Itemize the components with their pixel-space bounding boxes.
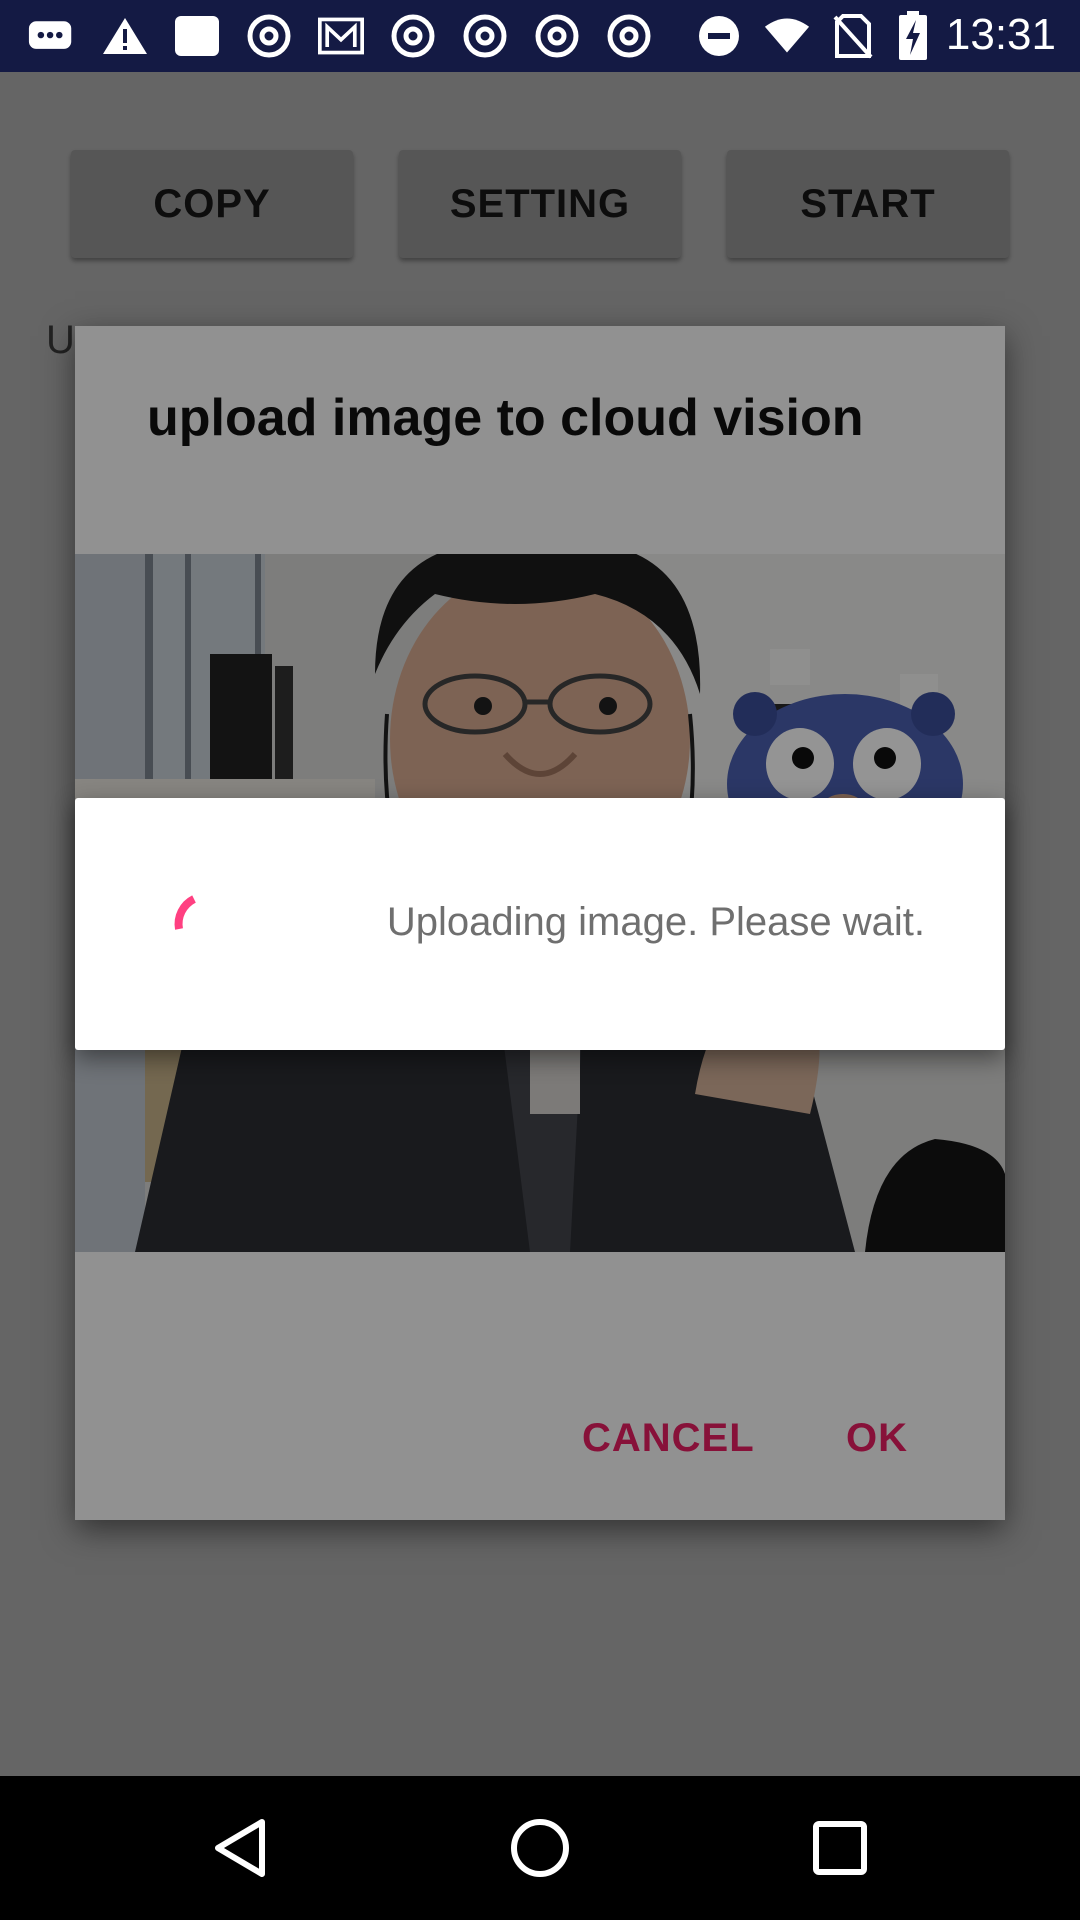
- warning-icon: [102, 14, 148, 58]
- recents-icon[interactable]: [804, 1812, 876, 1884]
- wifi-icon: [764, 14, 810, 58]
- battery-charging-icon: [890, 11, 936, 60]
- clock: 13:31: [945, 10, 1056, 59]
- square-notification-icon: [174, 14, 220, 58]
- no-sim-icon: [830, 14, 876, 59]
- chrome-icon: [246, 14, 292, 58]
- chrome-icon: [462, 14, 508, 58]
- progress-dialog: Uploading image. Please wait.: [75, 798, 1005, 1050]
- chrome-icon: [606, 14, 652, 58]
- home-icon[interactable]: [504, 1812, 576, 1884]
- progress-message: Uploading image. Please wait.: [386, 900, 925, 944]
- do-not-disturb-icon: [696, 14, 742, 58]
- chrome-icon: [390, 14, 436, 58]
- chrome-icon: [534, 14, 580, 58]
- status-bar: 13:31: [0, 0, 1080, 72]
- gmail-icon: [318, 14, 364, 58]
- back-icon[interactable]: [204, 1812, 276, 1884]
- navigation-bar: [0, 1776, 1080, 1920]
- chat-bubble-icon: [28, 14, 74, 58]
- loading-spinner-icon: [149, 872, 245, 968]
